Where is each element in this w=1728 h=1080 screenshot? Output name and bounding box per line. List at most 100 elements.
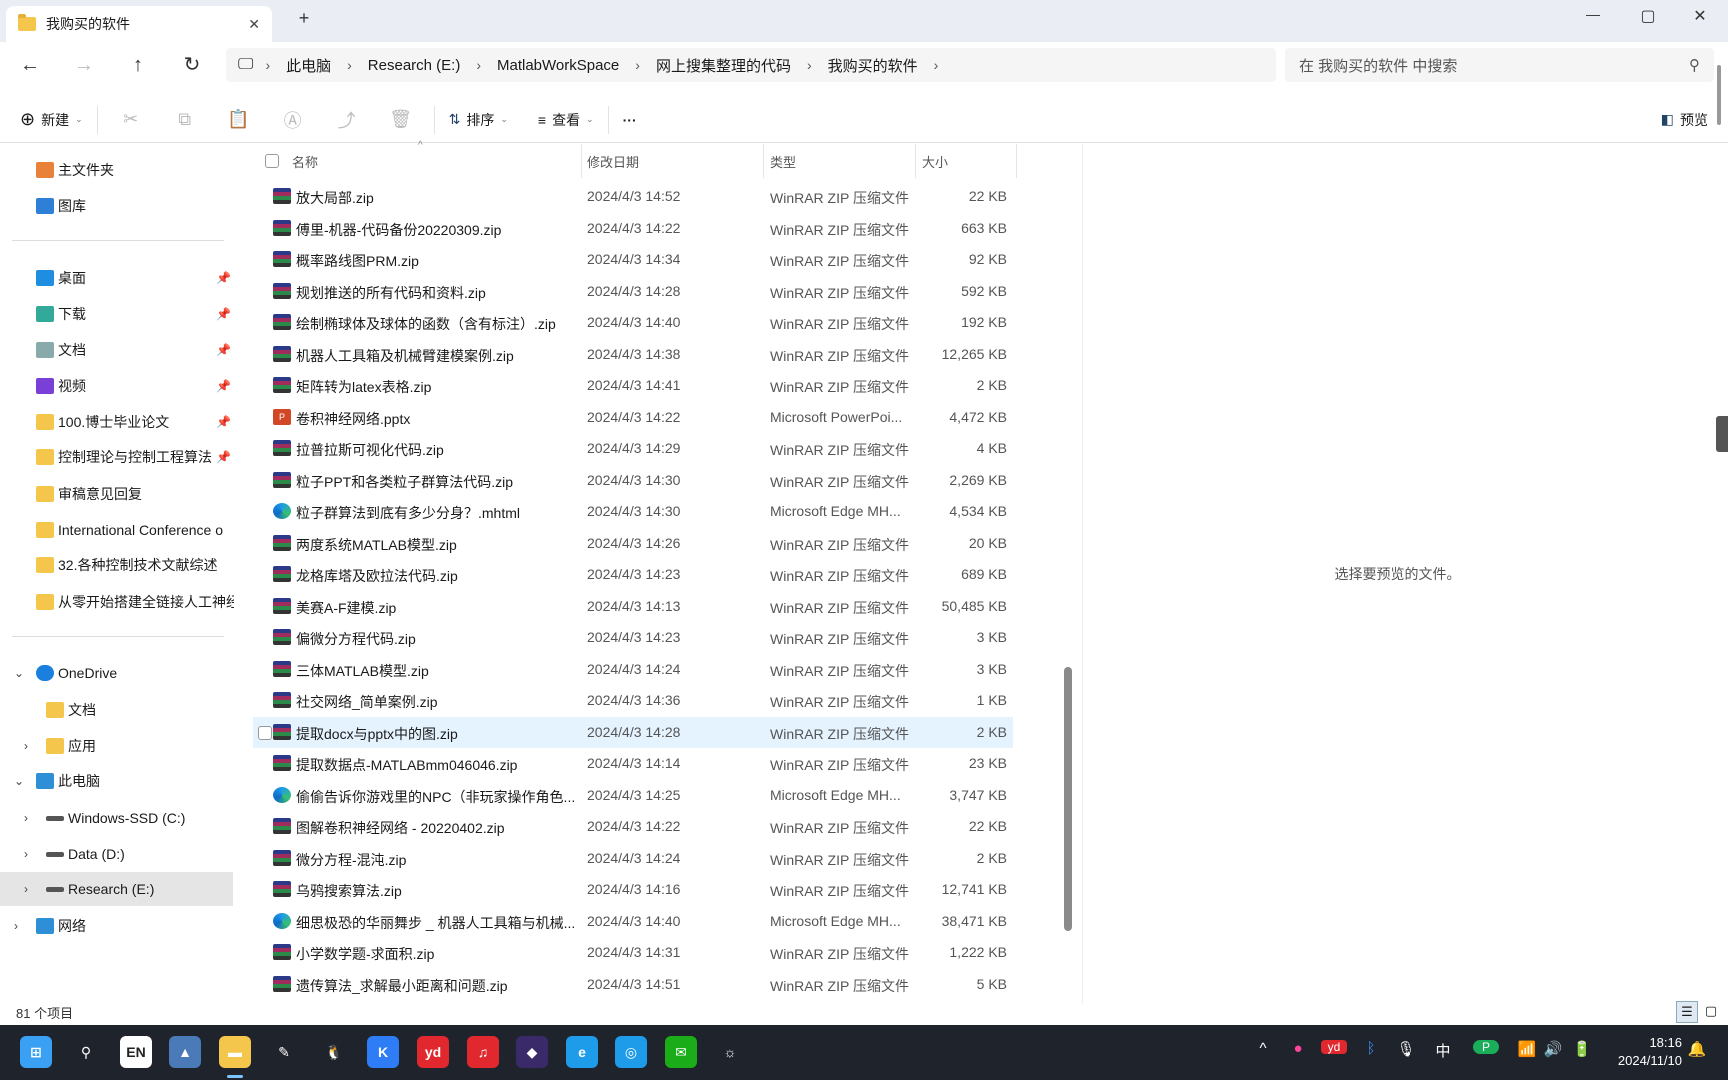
file-row[interactable]: 拉普拉斯可视化代码.zip 2024/4/3 14:29 WinRAR ZIP 压缩… <box>253 433 1013 464</box>
search-taskbar-icon[interactable]: ⚲ <box>70 1036 102 1068</box>
file-row[interactable]: 图解卷积神经网络 - 20220402.zip 2024/4/3 14:22 Win… <box>253 811 1013 842</box>
more-options-button[interactable]: ··· <box>615 103 645 137</box>
pin-icon[interactable]: 📌 <box>216 307 231 321</box>
notification-bell-icon[interactable]: 🔔 <box>1684 1040 1710 1058</box>
sidebar-item[interactable]: › Data (D:) <box>0 837 234 871</box>
preview-pane-button[interactable]: ◧ 预览 <box>1653 103 1716 137</box>
file-row[interactable]: 粒子PPT和各类粒子群算法代码.zip 2024/4/3 14:30 WinRAR … <box>253 465 1013 496</box>
pin-icon[interactable]: 📌 <box>216 343 231 357</box>
view-button[interactable]: ≡ 查看 ⌄ <box>530 103 602 137</box>
up-button[interactable]: ↑ <box>120 50 156 80</box>
file-row[interactable]: 放大局部.zip 2024/4/3 14:52 WinRAR ZIP 压缩文件 22 … <box>253 181 1013 212</box>
chevron-icon[interactable]: › <box>24 882 28 896</box>
sidebar-item[interactable]: 审稿意见回复 <box>0 477 234 511</box>
file-row[interactable]: 社交网络_简单案例.zip 2024/4/3 14:36 WinRAR ZIP 压缩… <box>253 685 1013 716</box>
pin-icon[interactable]: 📌 <box>216 450 231 464</box>
sidebar-item[interactable]: ⌄ 此电脑 <box>0 764 234 798</box>
sidebar-item[interactable]: 控制理论与控制工程算法 📌 <box>0 440 234 474</box>
sidebar-item[interactable]: International Conference o <box>0 513 234 547</box>
delete-icon[interactable]: 🗑 <box>374 103 428 137</box>
sidebar-item[interactable]: › 网络 <box>0 909 234 943</box>
chevron-icon[interactable]: ⌄ <box>14 666 24 680</box>
sidebar-item[interactable]: 桌面 📌 <box>0 261 234 295</box>
file-row[interactable]: 细思极恐的华丽舞步 _ 机器人工具箱与机械... 2024/4/3 14:40 Mi… <box>253 906 1013 937</box>
vpn-icon[interactable]: P <box>1473 1040 1499 1054</box>
forward-button[interactable]: → <box>66 50 102 80</box>
pin-icon[interactable]: 📌 <box>216 379 231 393</box>
file-row[interactable]: 美赛A-F建模.zip 2024/4/3 14:13 WinRAR ZIP 压缩文件… <box>253 591 1013 622</box>
copy-icon[interactable]: ⧉ <box>158 103 212 137</box>
cut-icon[interactable]: ✂ <box>104 103 158 137</box>
chevron-icon[interactable]: › <box>24 811 28 825</box>
en-input-taskbar-icon[interactable]: EN <box>120 1036 152 1068</box>
file-row[interactable]: 偷偷告诉你游戏里的NPC（非玩家操作角色... 2024/4/3 14:25 Mic… <box>253 780 1013 811</box>
search-input[interactable]: 在 我购买的软件 中搜索 ⚲ <box>1285 48 1714 82</box>
file-row[interactable]: P 卷积神经网络.pptx 2024/4/3 14:22 Microsoft Powe… <box>253 402 1013 433</box>
chevron-icon[interactable]: › <box>14 919 18 933</box>
share-icon[interactable]: ⤴ <box>320 103 374 137</box>
minimize-button[interactable]: — <box>1573 6 1613 22</box>
volume-icon[interactable]: 🔊 <box>1540 1040 1566 1058</box>
maximize-button[interactable]: ▢ <box>1628 6 1668 26</box>
address-bar[interactable]: 🖵 › 此电脑 › Research (E:) › MatlabWorkSpace ›… <box>226 48 1276 82</box>
sidebar-item[interactable]: 从零开始搭建全链接人工神经 <box>0 585 234 619</box>
breadcrumb-this-pc[interactable]: 此电脑 <box>274 55 343 76</box>
battery-icon[interactable]: 🔋 <box>1569 1040 1595 1058</box>
pen-taskbar-icon[interactable]: ✎ <box>268 1036 300 1068</box>
file-row[interactable]: 傅里-机器-代码备份20220309.zip 2024/4/3 14:22 WinR… <box>253 213 1013 244</box>
file-row[interactable]: 遗传算法_求解最小距离和问题.zip 2024/4/3 14:51 WinRAR Z… <box>253 969 1013 1000</box>
clock[interactable]: 18:16 2024/11/10 <box>1618 1034 1682 1070</box>
sidebar-item[interactable]: 主文件夹 <box>0 153 234 187</box>
input-method-icon[interactable]: 中 <box>1430 1040 1456 1061</box>
file-row[interactable]: 乌鸦搜索算法.zip 2024/4/3 14:16 WinRAR ZIP 压缩文件 1… <box>253 874 1013 905</box>
refresh-button[interactable]: ↻ <box>174 50 210 80</box>
bluetooth-icon[interactable]: ᛒ <box>1358 1040 1384 1057</box>
new-button[interactable]: ⊕ 新建 ⌄ <box>12 103 91 137</box>
column-type[interactable]: 类型 <box>770 152 796 171</box>
youdao-taskbar-icon[interactable]: yd <box>417 1036 449 1068</box>
file-row[interactable]: 机器人工具箱及机械臂建模案例.zip 2024/4/3 14:38 WinRAR Z… <box>253 339 1013 370</box>
file-row[interactable]: 龙格库塔及欧拉法代码.zip 2024/4/3 14:23 WinRAR ZIP 压… <box>253 559 1013 590</box>
paste-icon[interactable]: 📋 <box>212 103 266 137</box>
sidebar-item[interactable]: › Research (E:) <box>0 872 233 906</box>
close-tab-icon[interactable]: ✕ <box>248 16 260 33</box>
pin-icon[interactable]: 📌 <box>216 415 231 429</box>
chevron-icon[interactable]: › <box>24 847 28 861</box>
column-date[interactable]: 修改日期 <box>587 152 639 171</box>
breadcrumb-collected-code[interactable]: 网上搜集整理的代码 <box>644 55 803 76</box>
file-explorer-taskbar-icon[interactable]: ▬ <box>219 1036 251 1068</box>
sidebar-item[interactable]: ⌄ OneDrive <box>0 656 234 690</box>
breadcrumb-purchased-software[interactable]: 我购买的软件 <box>816 55 930 76</box>
edge-taskbar-icon[interactable]: e <box>566 1036 598 1068</box>
tiles-view-button[interactable]: ▢ <box>1700 1001 1722 1023</box>
column-size[interactable]: 大小 <box>922 152 948 171</box>
file-row[interactable]: 三体MATLAB模型.zip 2024/4/3 14:24 WinRAR ZIP 压… <box>253 654 1013 685</box>
file-row[interactable]: 概率路线图PRM.zip 2024/4/3 14:34 WinRAR ZIP 压缩文… <box>253 244 1013 275</box>
file-row[interactable]: 两度系统MATLAB模型.zip 2024/4/3 14:26 WinRAR ZIP… <box>253 528 1013 559</box>
close-button[interactable]: ✕ <box>1680 6 1720 26</box>
game-taskbar-icon[interactable]: ◆ <box>516 1036 548 1068</box>
file-row[interactable]: 提取docx与pptx中的图.zip 2024/4/3 14:28 WinRAR Z… <box>253 716 1013 748</box>
sidebar-item[interactable]: 文档 <box>0 693 234 727</box>
microphone-icon[interactable]: 🎙 <box>1393 1040 1419 1058</box>
file-row[interactable]: 偏微分方程代码.zip 2024/4/3 14:23 WinRAR ZIP 压缩文件… <box>253 622 1013 653</box>
k-app-taskbar-icon[interactable]: K <box>367 1036 399 1068</box>
browser-taskbar-icon[interactable]: ◎ <box>615 1036 647 1068</box>
sidebar-item[interactable]: 图库 <box>0 189 234 223</box>
chevron-icon[interactable]: › <box>24 739 28 753</box>
file-row[interactable]: 规划推送的所有代码和资料.zip 2024/4/3 14:28 WinRAR ZIP… <box>253 276 1013 307</box>
file-row[interactable]: 提取数据点-MATLABmm046046.zip 2024/4/3 14:14 Wi… <box>253 748 1013 779</box>
file-row[interactable]: 粒子群算法到底有多少分身？.mhtml 2024/4/3 14:30 Microso… <box>253 496 1013 527</box>
sidebar-item[interactable]: 文档 📌 <box>0 333 234 367</box>
photos-taskbar-icon[interactable]: ▲ <box>169 1036 201 1068</box>
show-hidden-icons-icon[interactable]: ^ <box>1250 1040 1276 1057</box>
assistant-taskbar-icon[interactable]: ☼ <box>714 1036 746 1068</box>
chevron-icon[interactable]: ⌄ <box>14 774 24 788</box>
record-icon[interactable]: ● <box>1285 1040 1311 1057</box>
youdao-icon[interactable]: yd <box>1321 1040 1347 1054</box>
sidebar-item[interactable]: 视频 📌 <box>0 369 234 403</box>
qq-taskbar-icon[interactable]: 🐧 <box>318 1036 350 1068</box>
new-tab-button[interactable]: + <box>284 8 324 29</box>
file-row[interactable]: 绘制椭球体及球体的函数（含有标注）.zip 2024/4/3 14:40 WinRA… <box>253 307 1013 338</box>
wifi-icon[interactable]: 📶 <box>1514 1040 1540 1058</box>
